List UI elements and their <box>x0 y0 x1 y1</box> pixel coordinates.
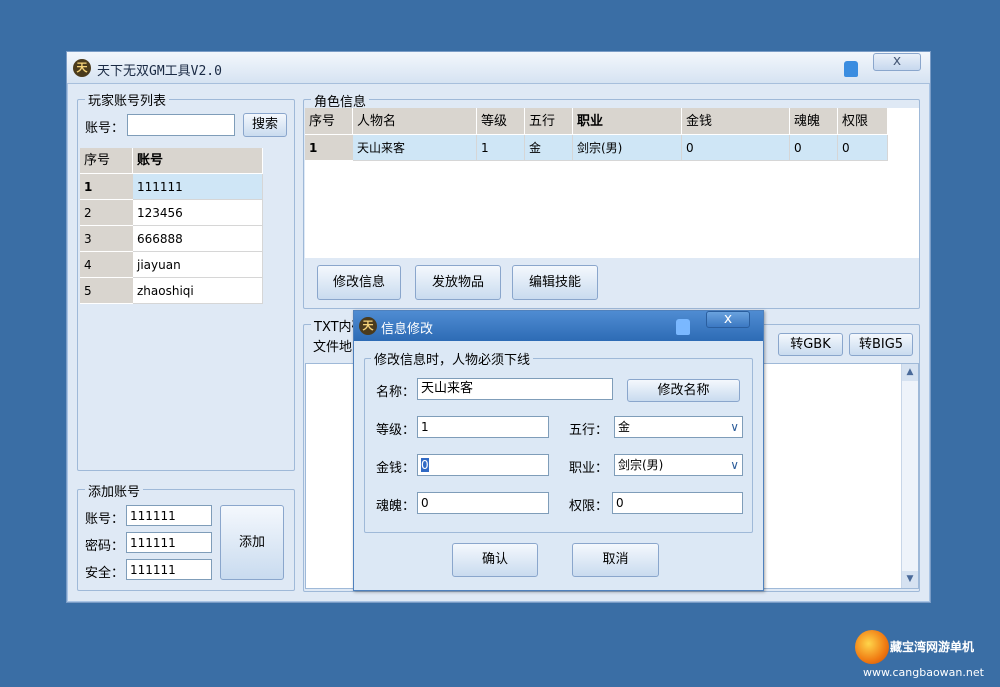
watermark-url: www.cangbaowan.net <box>863 666 984 679</box>
element-select[interactable]: 金 ∨ <box>614 416 743 438</box>
scroll-up-icon[interactable]: ▲ <box>902 364 918 381</box>
edit-skills-button[interactable]: 编辑技能 <box>512 265 598 300</box>
table-row[interactable]: 123456 <box>133 200 263 226</box>
column-header-money[interactable]: 金钱 <box>682 108 790 135</box>
chevron-down-icon[interactable]: ∨ <box>730 455 739 475</box>
level-label: 等级： <box>376 423 416 438</box>
title-bar: 天 天下无双GM工具V2.0 x <box>67 52 930 84</box>
security-input[interactable]: 111111 <box>126 559 212 580</box>
money-label: 金钱： <box>376 461 416 476</box>
role-element-cell[interactable]: 金 <box>525 135 573 161</box>
app-icon: 天 <box>73 59 91 77</box>
account-list-title: 玩家账号列表 <box>85 90 170 109</box>
add-account-input[interactable]: 111111 <box>126 505 212 526</box>
add-account-title: 添加账号 <box>85 481 144 500</box>
row-number: 3 <box>80 226 133 252</box>
flame-logo-icon <box>855 630 889 664</box>
row-number: 1 <box>305 135 353 161</box>
password-input[interactable]: 111111 <box>126 532 212 553</box>
scroll-down-icon[interactable]: ▼ <box>902 571 918 588</box>
edit-info-dialog: 天 信息修改 x 修改信息时，人物必须下线 名称： 天山来客 修改名称 等级： … <box>353 310 764 591</box>
column-header-permission[interactable]: 权限 <box>838 108 888 135</box>
role-permission-cell[interactable]: 0 <box>838 135 888 161</box>
file-path-label: 文件地 <box>313 340 353 355</box>
dialog-form-title: 修改信息时，人物必须下线 <box>371 349 534 368</box>
role-soul-cell[interactable]: 0 <box>790 135 838 161</box>
column-header-soul[interactable]: 魂魄 <box>790 108 838 135</box>
account-search-input[interactable] <box>127 114 235 136</box>
convert-big5-button[interactable]: 转BIG5 <box>849 333 913 356</box>
convert-gbk-button[interactable]: 转GBK <box>778 333 843 356</box>
role-name-cell[interactable]: 天山来客 <box>353 135 477 161</box>
dialog-skin-icon[interactable] <box>676 319 690 335</box>
role-job-cell[interactable]: 剑宗(男) <box>573 135 682 161</box>
column-header-account[interactable]: 账号 <box>133 148 263 174</box>
role-table: 序号 人物名 等级 五行 职业 金钱 魂魄 权限 1 天山来客 1 金 剑宗(男… <box>305 108 919 258</box>
table-row[interactable]: 666888 <box>133 226 263 252</box>
job-label: 职业： <box>569 461 609 476</box>
job-select[interactable]: 剑宗(男) ∨ <box>614 454 743 476</box>
soul-label: 魂魄： <box>376 499 416 514</box>
dialog-title: 信息修改 <box>381 322 434 337</box>
give-items-button[interactable]: 发放物品 <box>415 265 501 300</box>
row-number: 5 <box>80 278 133 304</box>
add-account-label: 账号： <box>85 512 125 527</box>
edit-info-button[interactable]: 修改信息 <box>317 265 401 300</box>
table-row[interactable]: zhaoshiqi <box>133 278 263 304</box>
watermark: 藏宝湾网游单机 www.cangbaowan.net <box>853 628 993 683</box>
column-header-no[interactable]: 序号 <box>80 148 133 174</box>
security-label: 安全： <box>85 566 125 581</box>
column-header-level[interactable]: 等级 <box>477 108 525 135</box>
element-select-value: 金 <box>618 420 631 434</box>
column-header-job[interactable]: 职业 <box>573 108 682 135</box>
close-button[interactable]: x <box>873 53 921 71</box>
name-label: 名称： <box>376 385 416 400</box>
dialog-close-button[interactable]: x <box>706 311 750 328</box>
money-input-value: 0 <box>421 458 429 472</box>
row-number: 4 <box>80 252 133 278</box>
cancel-button[interactable]: 取消 <box>572 543 659 577</box>
column-header-no[interactable]: 序号 <box>305 108 353 135</box>
dialog-title-bar: 天 信息修改 x <box>354 311 763 341</box>
permission-label: 权限： <box>569 499 609 514</box>
level-input[interactable]: 1 <box>417 416 549 438</box>
element-label: 五行： <box>569 423 609 438</box>
permission-input[interactable]: 0 <box>612 492 743 514</box>
row-number: 2 <box>80 200 133 226</box>
name-input[interactable]: 天山来客 <box>417 378 613 400</box>
add-account-button[interactable]: 添加 <box>220 505 284 580</box>
role-level-cell[interactable]: 1 <box>477 135 525 161</box>
rename-button[interactable]: 修改名称 <box>627 379 740 402</box>
role-money-cell[interactable]: 0 <box>682 135 790 161</box>
password-label: 密码： <box>85 539 125 554</box>
search-button[interactable]: 搜索 <box>243 113 287 137</box>
column-header-name[interactable]: 人物名 <box>353 108 477 135</box>
window-title: 天下无双GM工具V2.0 <box>97 64 222 79</box>
chevron-down-icon[interactable]: ∨ <box>730 417 739 437</box>
table-row[interactable]: jiayuan <box>133 252 263 278</box>
account-table: 序号 账号 1 111111 2 123456 3 666888 4 jiayu… <box>80 148 263 304</box>
table-row[interactable]: 111111 <box>133 174 263 200</box>
vertical-scrollbar[interactable]: ▲ ▼ <box>901 364 918 588</box>
skin-icon[interactable] <box>844 61 858 77</box>
account-label: 账号： <box>85 121 125 136</box>
confirm-button[interactable]: 确认 <box>452 543 538 577</box>
dialog-app-icon: 天 <box>359 317 377 335</box>
column-header-element[interactable]: 五行 <box>525 108 573 135</box>
soul-input[interactable]: 0 <box>417 492 549 514</box>
job-select-value: 剑宗(男) <box>618 458 664 472</box>
watermark-name: 藏宝湾网游单机 <box>890 640 975 654</box>
row-number: 1 <box>80 174 133 200</box>
money-input[interactable]: 0 <box>417 454 549 476</box>
